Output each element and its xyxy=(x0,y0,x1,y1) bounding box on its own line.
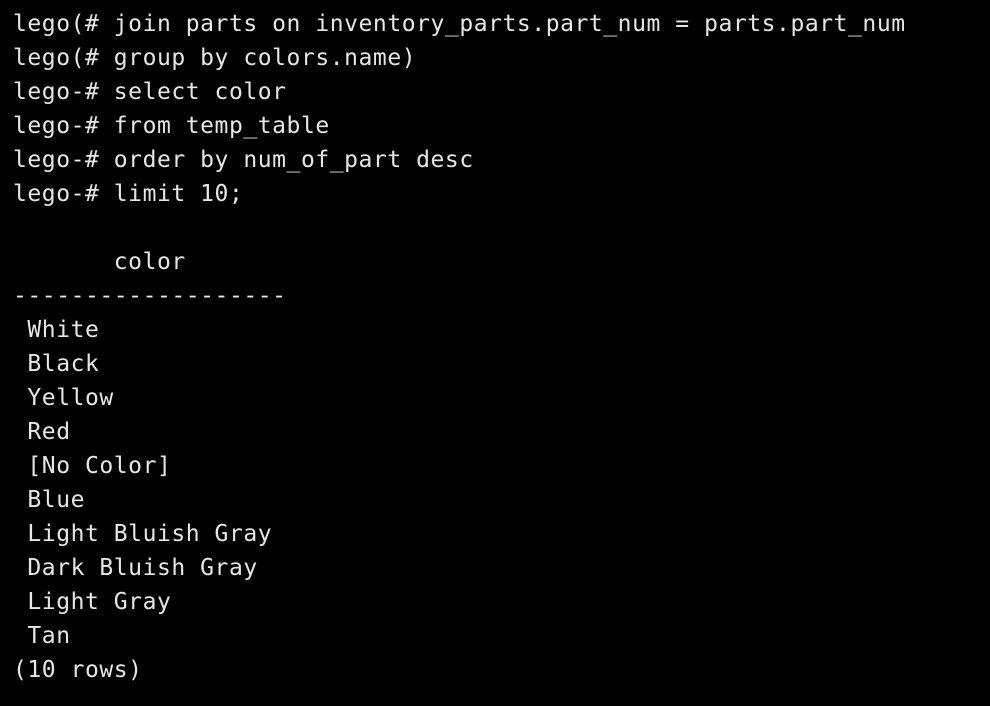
psql-prompt: lego-# xyxy=(13,113,114,139)
terminal-window[interactable]: lego(# join parts on inventory_parts.par… xyxy=(0,0,990,706)
result-row: Light Bluish Gray xyxy=(13,521,273,547)
result-row: White xyxy=(13,317,100,343)
sql-command: join parts on inventory_parts.part_num =… xyxy=(113,11,906,37)
psql-prompt: lego-# xyxy=(13,147,114,173)
sql-command: from temp_table xyxy=(113,113,330,139)
result-row: Blue xyxy=(13,487,85,513)
result-row: Tan xyxy=(13,623,71,649)
result-row: Yellow xyxy=(13,385,114,411)
result-row: Red xyxy=(13,419,71,445)
sql-command: order by num_of_part desc xyxy=(113,147,474,173)
sql-command: limit 10; xyxy=(113,181,244,207)
result-column-header: color xyxy=(13,249,186,275)
psql-prompt: lego(# xyxy=(13,11,114,37)
psql-prompt: lego-# xyxy=(13,181,114,207)
terminal-line: lego-# select color xyxy=(13,75,990,109)
sql-command: group by colors.name) xyxy=(113,45,417,71)
result-row: [No Color] xyxy=(13,453,172,479)
result-row-count: (10 rows) xyxy=(13,657,143,683)
terminal-line: lego-# order by num_of_part desc xyxy=(13,143,990,177)
result-separator: ------------------- xyxy=(13,283,287,309)
terminal-line: lego(# group by colors.name) xyxy=(13,41,990,75)
psql-prompt: lego-# xyxy=(13,79,114,105)
terminal-line: lego-# from temp_table xyxy=(13,109,990,143)
result-row: Dark Bluish Gray xyxy=(13,555,258,581)
terminal-line: lego-# limit 10; xyxy=(13,177,990,211)
terminal-line: lego(# join parts on inventory_parts.par… xyxy=(13,7,990,41)
result-row: Black xyxy=(13,351,100,377)
result-row: Light Gray xyxy=(13,589,172,615)
sql-command: select color xyxy=(113,79,287,105)
psql-prompt: lego(# xyxy=(13,45,114,71)
